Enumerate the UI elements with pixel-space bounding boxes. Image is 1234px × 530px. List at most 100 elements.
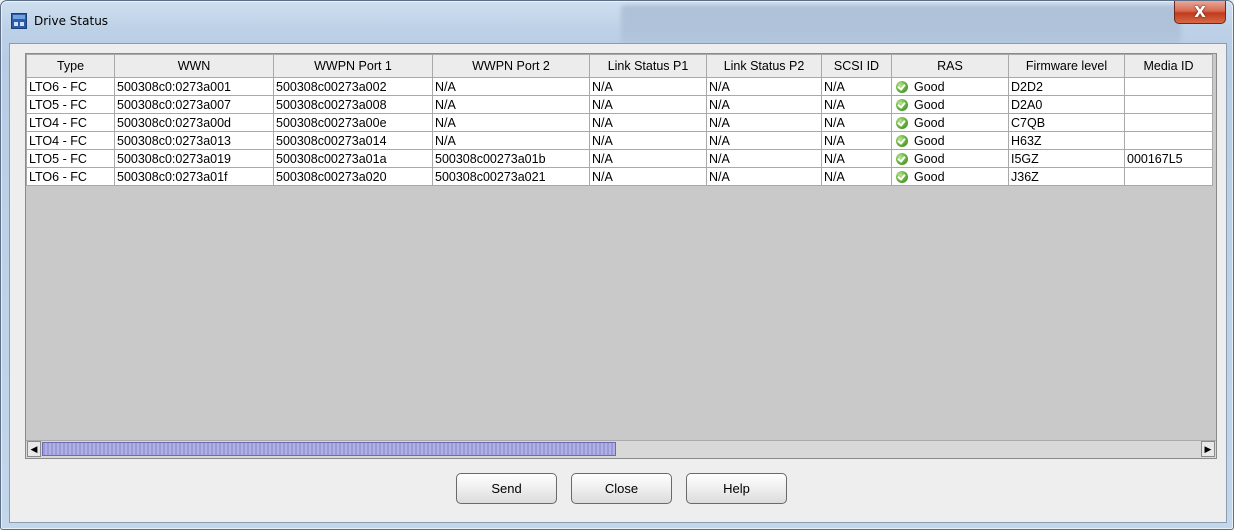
cell-wwpn-port-1: 500308c00273a020	[273, 167, 433, 186]
cell-wwn: 500308c0:0273a01f	[114, 167, 274, 186]
column-header-wwpn-port-1[interactable]: WWPN Port 1	[273, 54, 433, 78]
horizontal-scrollbar[interactable]: ◀ ▶	[26, 440, 1216, 458]
cell-firmware-level: C7QB	[1008, 113, 1125, 132]
cell-type: LTO5 - FC	[26, 149, 115, 168]
close-icon: X	[1194, 3, 1206, 21]
cell-wwn: 500308c0:0273a019	[114, 149, 274, 168]
ras-label: Good	[914, 169, 945, 184]
check-circle-icon	[896, 81, 908, 94]
check-circle-icon	[896, 171, 908, 184]
chevron-right-icon: ▶	[1204, 443, 1212, 454]
table-row[interactable]: LTO5 - FC 500308c0:0273a007 500308c00273…	[26, 95, 1213, 114]
column-header-link-status-p1[interactable]: Link Status P1	[589, 54, 707, 78]
cell-scsi-id: N/A	[821, 77, 892, 96]
cell-link-status-p2: N/A	[706, 77, 822, 96]
table-header-row: Type WWN WWPN Port 1 WWPN Port 2 Link St…	[26, 54, 1213, 78]
cell-wwpn-port-2: 500308c00273a021	[432, 167, 590, 186]
column-header-link-status-p2[interactable]: Link Status P2	[706, 54, 822, 78]
scroll-thumb[interactable]	[42, 442, 616, 456]
cell-wwpn-port-2: 500308c00273a01b	[432, 149, 590, 168]
cell-link-status-p2: N/A	[706, 149, 822, 168]
cell-firmware-level: D2D2	[1008, 77, 1125, 96]
cell-link-status-p1: N/A	[589, 95, 707, 114]
cell-scsi-id: N/A	[821, 167, 892, 186]
table-row[interactable]: LTO6 - FC 500308c0:0273a01f 500308c00273…	[26, 167, 1213, 186]
cell-link-status-p1: N/A	[589, 149, 707, 168]
check-circle-icon	[896, 153, 908, 166]
cell-firmware-level: J36Z	[1008, 167, 1125, 186]
cell-type: LTO6 - FC	[26, 77, 115, 96]
column-header-firmware-level[interactable]: Firmware level	[1008, 54, 1125, 78]
cell-type: LTO6 - FC	[26, 167, 115, 186]
column-header-ras[interactable]: RAS	[891, 54, 1009, 78]
cell-media-id	[1124, 77, 1213, 96]
cell-firmware-level: D2A0	[1008, 95, 1125, 114]
cell-media-id	[1124, 113, 1213, 132]
cell-media-id	[1124, 95, 1213, 114]
cell-link-status-p1: N/A	[589, 77, 707, 96]
cell-scsi-id: N/A	[821, 149, 892, 168]
cell-scsi-id: N/A	[821, 113, 892, 132]
cell-ras: Good	[891, 113, 1009, 132]
column-header-wwpn-port-2[interactable]: WWPN Port 2	[432, 54, 590, 78]
drive-status-table: Type WWN WWPN Port 1 WWPN Port 2 Link St…	[26, 54, 1213, 186]
chevron-left-icon: ◀	[30, 443, 38, 454]
cell-wwpn-port-1: 500308c00273a008	[273, 95, 433, 114]
cell-type: LTO4 - FC	[26, 131, 115, 150]
cell-ras: Good	[891, 95, 1009, 114]
ras-label: Good	[914, 79, 945, 94]
cell-link-status-p2: N/A	[706, 95, 822, 114]
column-header-type[interactable]: Type	[26, 54, 115, 78]
close-button[interactable]: Close	[571, 473, 672, 504]
cell-wwpn-port-2: N/A	[432, 131, 590, 150]
cell-link-status-p2: N/A	[706, 113, 822, 132]
title-bar[interactable]: Drive Status X	[1, 1, 1233, 49]
cell-ras: Good	[891, 167, 1009, 186]
scroll-right-button[interactable]: ▶	[1201, 441, 1215, 457]
column-header-media-id[interactable]: Media ID	[1124, 54, 1213, 78]
cell-scsi-id: N/A	[821, 131, 892, 150]
table-row[interactable]: LTO5 - FC 500308c0:0273a019 500308c00273…	[26, 149, 1213, 168]
cell-wwn: 500308c0:0273a013	[114, 131, 274, 150]
cell-wwn: 500308c0:0273a00d	[114, 113, 274, 132]
cell-wwpn-port-1: 500308c00273a014	[273, 131, 433, 150]
cell-wwpn-port-2: N/A	[432, 95, 590, 114]
drive-status-window: Drive Status X Type WWN WWPN Port 1 WWPN…	[0, 0, 1234, 530]
column-header-scsi-id[interactable]: SCSI ID	[821, 54, 892, 78]
table-row[interactable]: LTO6 - FC 500308c0:0273a001 500308c00273…	[26, 77, 1213, 96]
column-header-wwn[interactable]: WWN	[114, 54, 274, 78]
check-circle-icon	[896, 99, 908, 112]
ras-label: Good	[914, 115, 945, 130]
drive-table-container: Type WWN WWPN Port 1 WWPN Port 2 Link St…	[25, 53, 1217, 459]
cell-wwpn-port-2: N/A	[432, 77, 590, 96]
cell-link-status-p1: N/A	[589, 167, 707, 186]
cell-wwpn-port-1: 500308c00273a002	[273, 77, 433, 96]
cell-link-status-p2: N/A	[706, 131, 822, 150]
cell-wwn: 500308c0:0273a007	[114, 95, 274, 114]
cell-media-id	[1124, 131, 1213, 150]
scroll-left-button[interactable]: ◀	[27, 441, 41, 457]
cell-media-id	[1124, 167, 1213, 186]
cell-wwpn-port-1: 500308c00273a00e	[273, 113, 433, 132]
ras-label: Good	[914, 133, 945, 148]
cell-wwn: 500308c0:0273a001	[114, 77, 274, 96]
window-title: Drive Status	[34, 14, 109, 28]
cell-type: LTO5 - FC	[26, 95, 115, 114]
cell-firmware-level: I5GZ	[1008, 149, 1125, 168]
cell-wwpn-port-2: N/A	[432, 113, 590, 132]
cell-link-status-p1: N/A	[589, 113, 707, 132]
help-button[interactable]: Help	[686, 473, 787, 504]
cell-scsi-id: N/A	[821, 95, 892, 114]
dialog-content: Type WWN WWPN Port 1 WWPN Port 2 Link St…	[9, 43, 1227, 523]
table-row[interactable]: LTO4 - FC 500308c0:0273a013 500308c00273…	[26, 131, 1213, 150]
close-window-button[interactable]: X	[1174, 1, 1226, 24]
cell-link-status-p1: N/A	[589, 131, 707, 150]
cell-media-id: 000167L5	[1124, 149, 1213, 168]
send-button[interactable]: Send	[456, 473, 557, 504]
cell-link-status-p2: N/A	[706, 167, 822, 186]
window-app-icon	[11, 13, 27, 29]
ras-label: Good	[914, 97, 945, 112]
cell-wwpn-port-1: 500308c00273a01a	[273, 149, 433, 168]
table-row[interactable]: LTO4 - FC 500308c0:0273a00d 500308c00273…	[26, 113, 1213, 132]
cell-type: LTO4 - FC	[26, 113, 115, 132]
